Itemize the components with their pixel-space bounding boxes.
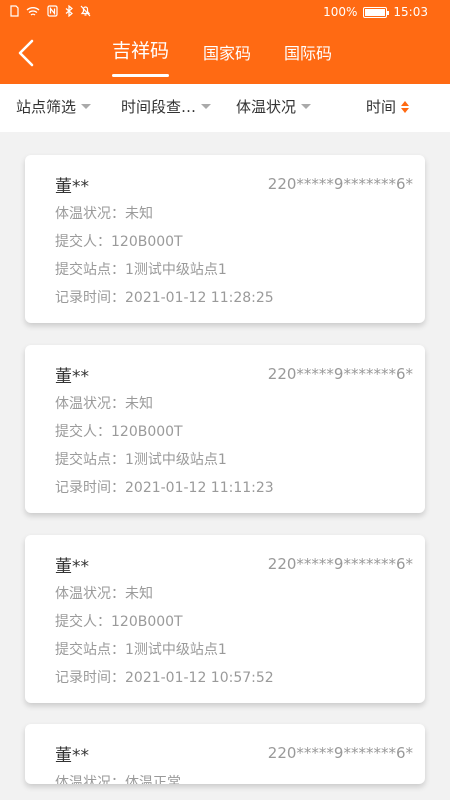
field-label: 体温状况： (55, 775, 125, 784)
record-temperature: 体温状况：未知 (55, 203, 153, 223)
record-card[interactable]: 董** 220*****9*******6* 体温状况：未知 提交人：120B0… (25, 345, 425, 513)
clock: 15:03 (393, 5, 428, 19)
field-label: 记录时间： (55, 290, 125, 306)
field-value: 1测试中级站点1 (125, 642, 227, 658)
tab-label: 国际码 (284, 44, 333, 63)
field-value: 1测试中级站点1 (125, 262, 227, 278)
field-value: 2021-01-12 11:28:25 (125, 290, 274, 306)
temperature-filter-dropdown[interactable]: 体温状况 (236, 96, 312, 117)
field-value: 120B000T (111, 424, 183, 440)
battery-percent: 100% (323, 5, 358, 19)
field-label: 记录时间： (55, 480, 125, 496)
wifi-icon (26, 6, 40, 16)
field-label: 提交人： (55, 424, 111, 440)
mute-icon (80, 5, 91, 17)
record-id-number: 220*****9*******6* (267, 365, 413, 383)
active-tab-indicator (112, 74, 170, 77)
record-card[interactable]: 董** 220*****9*******6* 体温状况：体温正常 (25, 724, 425, 784)
record-name: 董** (55, 746, 89, 766)
sort-by-time-button[interactable]: 时间 (366, 96, 410, 117)
field-label: 提交站点： (55, 262, 125, 278)
status-icons (10, 5, 91, 17)
tab-label: 国家码 (203, 44, 252, 63)
caret-down-icon (201, 104, 212, 109)
tab-label: 吉祥码 (112, 40, 170, 62)
app-header: 100% 15:03 吉祥码 国家码 国际码 (0, 0, 450, 84)
field-value: 120B000T (111, 234, 183, 250)
battery-fill (365, 8, 386, 16)
sort-icon (401, 100, 410, 113)
field-value: 2021-01-12 10:57:52 (125, 670, 274, 686)
field-label: 提交站点： (55, 642, 125, 658)
field-value: 未知 (125, 206, 153, 222)
sim-icon (10, 5, 19, 17)
field-value: 体温正常 (125, 775, 181, 784)
field-value: 未知 (125, 586, 153, 602)
record-station: 提交站点：1测试中级站点1 (55, 639, 227, 659)
status-right: 100% 15:03 (323, 5, 428, 19)
field-value: 1测试中级站点1 (125, 452, 227, 468)
record-id-number: 220*****9*******6* (267, 555, 413, 573)
record-submitter: 提交人：120B000T (55, 611, 183, 631)
field-label: 提交站点： (55, 452, 125, 468)
caret-down-icon (301, 104, 312, 109)
record-card[interactable]: 董** 220*****9*******6* 体温状况：未知 提交人：120B0… (25, 535, 425, 703)
record-id-number: 220*****9*******6* (267, 744, 413, 762)
field-label: 提交人： (55, 614, 111, 630)
tab-national-code[interactable]: 国家码 (203, 40, 251, 64)
bluetooth-icon (65, 5, 73, 17)
tab-jixiang-code[interactable]: 吉祥码 (112, 36, 170, 77)
record-id-number: 220*****9*******6* (267, 175, 413, 193)
field-value: 120B000T (111, 614, 183, 630)
sort-up-icon (401, 100, 410, 106)
battery-icon (363, 6, 390, 18)
record-temperature: 体温状况：未知 (55, 393, 153, 413)
field-label: 体温状况： (55, 206, 125, 222)
record-station: 提交站点：1测试中级站点1 (55, 259, 227, 279)
record-time: 记录时间：2021-01-12 10:57:52 (55, 667, 274, 687)
field-value: 2021-01-12 11:11:23 (125, 480, 274, 496)
nfc-icon (47, 5, 58, 17)
record-submitter: 提交人：120B000T (55, 421, 183, 441)
record-submitter: 提交人：120B000T (55, 231, 183, 251)
filter-bar: 站点筛选 时间段查… 体温状况 时间 (0, 84, 450, 132)
field-label: 记录时间： (55, 670, 125, 686)
record-name: 董** (55, 177, 89, 197)
field-label: 体温状况： (55, 586, 125, 602)
record-name: 董** (55, 557, 89, 577)
record-temperature: 体温状况：未知 (55, 583, 153, 603)
record-card[interactable]: 董** 220*****9*******6* 体温状况：未知 提交人：120B0… (25, 155, 425, 323)
caret-down-icon (81, 104, 92, 109)
record-temperature: 体温状况：体温正常 (55, 772, 181, 784)
record-time: 记录时间：2021-01-12 11:11:23 (55, 477, 274, 497)
sort-down-icon (401, 107, 410, 113)
record-station: 提交站点：1测试中级站点1 (55, 449, 227, 469)
tab-international-code[interactable]: 国际码 (284, 40, 332, 64)
code-tabs: 吉祥码 国家码 国际码 (0, 36, 450, 84)
record-time: 记录时间：2021-01-12 11:28:25 (55, 287, 274, 307)
time-range-filter-dropdown[interactable]: 时间段查… (121, 96, 212, 117)
field-value: 未知 (125, 396, 153, 412)
field-label: 体温状况： (55, 396, 125, 412)
temperature-filter-label: 体温状况 (236, 98, 297, 116)
time-range-filter-label: 时间段查… (121, 98, 197, 116)
station-filter-label: 站点筛选 (16, 98, 77, 116)
field-label: 提交人： (55, 234, 111, 250)
status-bar: 100% 15:03 (0, 0, 450, 26)
station-filter-dropdown[interactable]: 站点筛选 (16, 96, 92, 117)
record-name: 董** (55, 367, 89, 387)
sort-time-label: 时间 (366, 98, 397, 116)
